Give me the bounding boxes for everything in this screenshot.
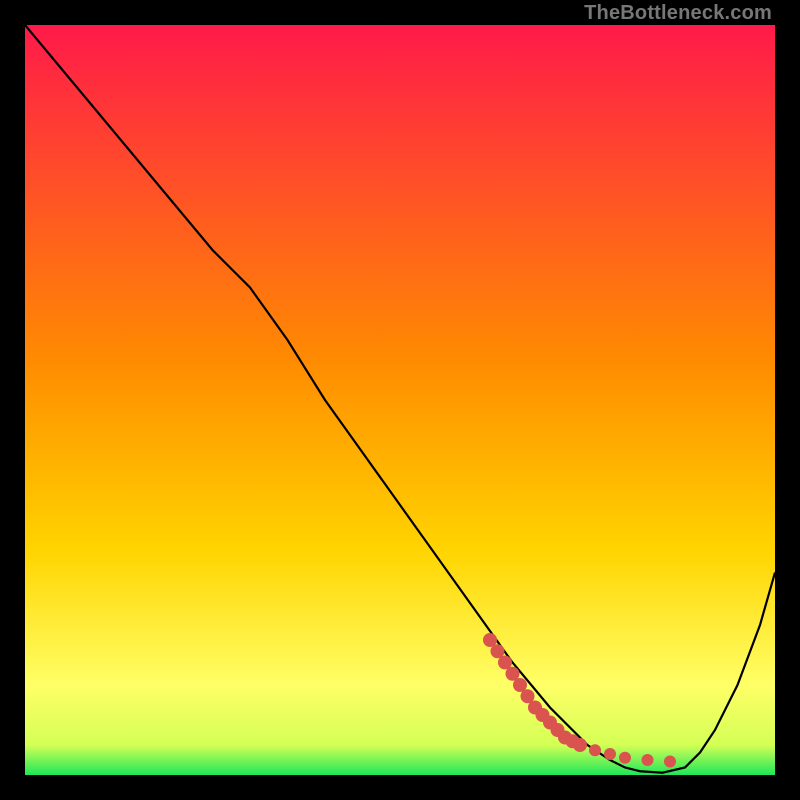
highlight-dot [589,744,601,756]
highlight-dot [664,756,676,768]
highlight-dot [642,754,654,766]
highlight-dot [619,752,631,764]
plot-area [25,25,775,775]
chart-frame: TheBottleneck.com [0,0,800,800]
chart-svg [25,25,775,775]
highlight-dot [573,738,587,752]
highlight-dot [604,748,616,760]
gradient-bg [25,25,775,775]
watermark-text: TheBottleneck.com [584,2,772,25]
